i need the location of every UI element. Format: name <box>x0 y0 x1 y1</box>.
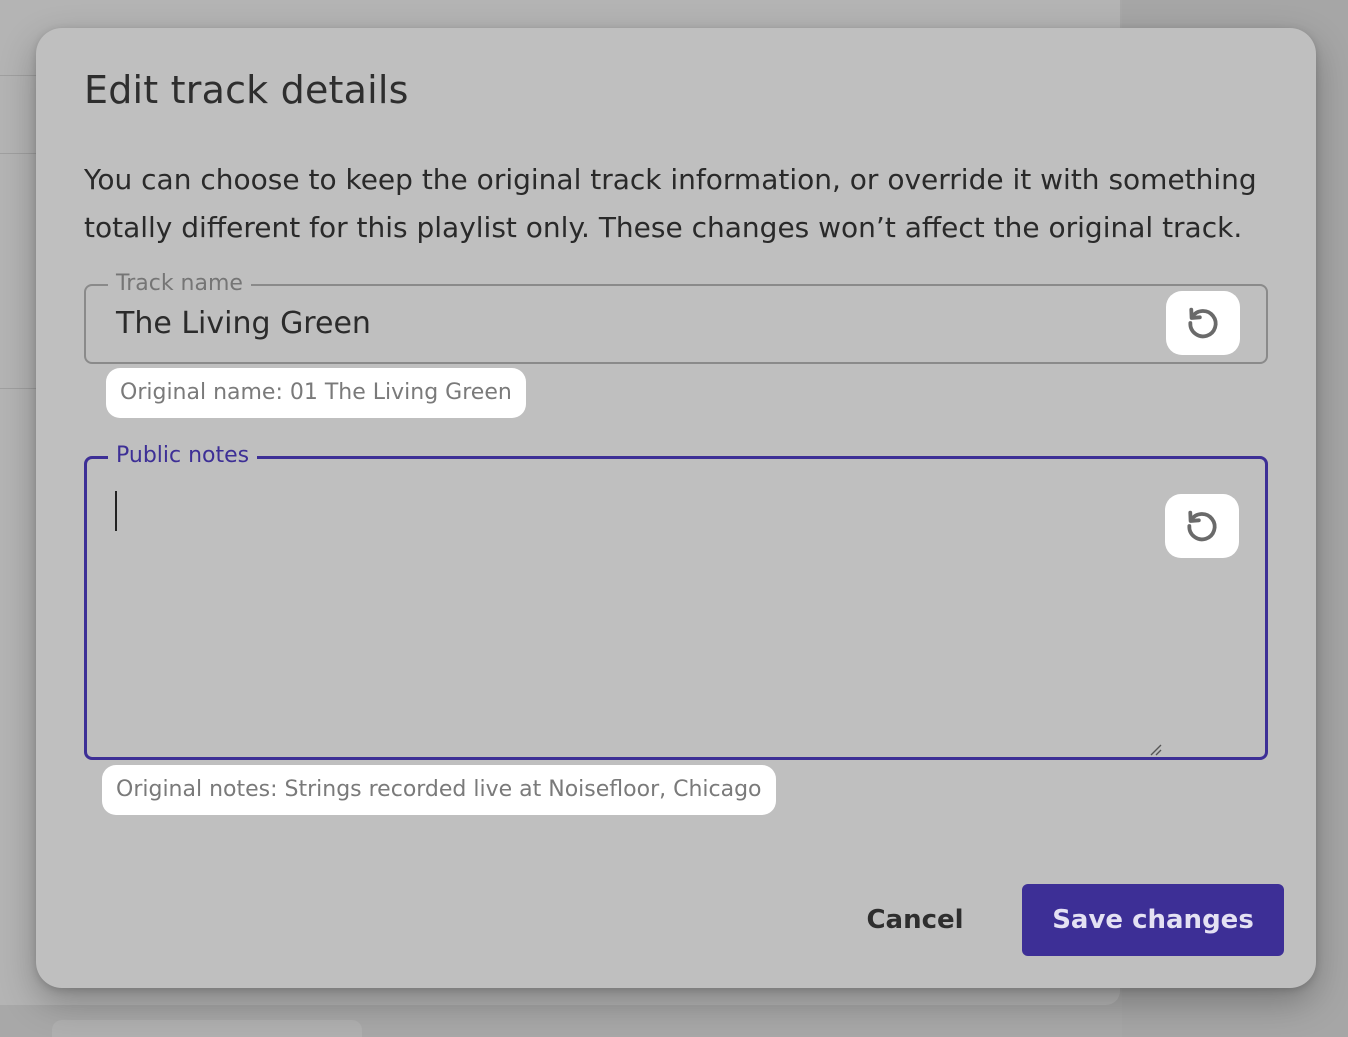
track-name-original-hint: Original name: 01 The Living Green <box>106 368 526 418</box>
edit-track-dialog: Edit track details You can choose to kee… <box>36 28 1316 988</box>
dialog-description: You can choose to keep the original trac… <box>84 163 1257 244</box>
save-changes-button[interactable]: Save changes <box>1022 884 1284 956</box>
dialog-title: Edit track details <box>84 68 409 112</box>
public-notes-original-hint: Original notes: Strings recorded live at… <box>102 765 776 815</box>
public-notes-reset-button[interactable] <box>1165 494 1239 558</box>
undo-icon <box>1188 307 1218 339</box>
track-name-reset-button[interactable] <box>1166 291 1240 355</box>
track-name-field[interactable]: Track name The Living Green <box>84 270 1268 364</box>
text-caret <box>115 491 117 531</box>
track-name-label: Track name <box>108 270 251 298</box>
public-notes-label: Public notes <box>108 442 258 470</box>
background-bar <box>52 1020 362 1037</box>
undo-icon <box>1187 510 1217 542</box>
public-notes-field[interactable]: Public notes <box>84 442 1268 760</box>
cancel-button[interactable]: Cancel <box>852 884 978 956</box>
resize-handle-icon[interactable] <box>1149 743 1163 757</box>
track-name-input[interactable]: The Living Green <box>116 304 371 344</box>
